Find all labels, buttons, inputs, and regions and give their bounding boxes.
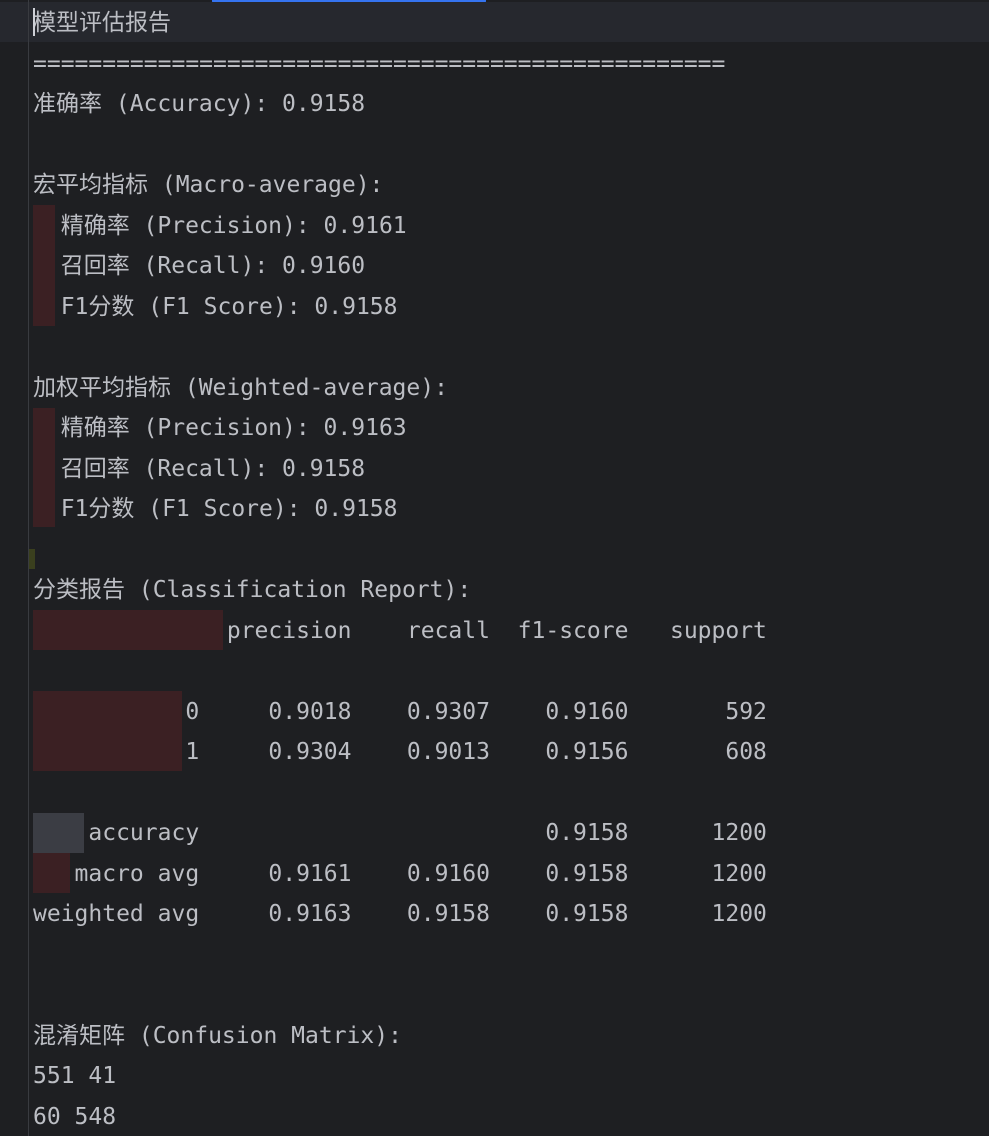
text-line: precision recall f1-score support	[33, 618, 767, 644]
text-line: macro avg 0.9161 0.9160 0.9158 1200	[33, 861, 767, 887]
text-line: weighted avg 0.9163 0.9158 0.9158 1200	[33, 901, 767, 927]
text-line: 1 0.9304 0.9013 0.9156 608	[33, 739, 767, 765]
text-line: 召回率 (Recall): 0.9158	[33, 456, 366, 482]
text-line: 60 548	[33, 1104, 117, 1130]
text-line: F1分数 (F1 Score): 0.9158	[33, 496, 398, 522]
text-cursor	[33, 8, 35, 36]
text-line: 551 41	[33, 1063, 117, 1089]
text-line: F1分数 (F1 Score): 0.9158	[33, 294, 398, 320]
text-editor[interactable]: 模型评估报告 =================================…	[0, 0, 989, 1136]
text-line: 精确率 (Precision): 0.9161	[33, 213, 407, 239]
text-line: accuracy 0.9158 1200	[33, 820, 767, 846]
text-line: 准确率 (Accuracy): 0.9158	[33, 91, 366, 117]
text-line: 模型评估报告	[33, 10, 171, 36]
text-line: 精确率 (Precision): 0.9163	[33, 415, 407, 441]
text-line: 混淆矩阵 (Confusion Matrix):	[33, 1023, 402, 1049]
text-line: ========================================…	[33, 51, 726, 77]
text-line: 召回率 (Recall): 0.9160	[33, 253, 366, 279]
text-line: 加权平均指标 (Weighted-average):	[33, 375, 448, 401]
text-line: 分类报告 (Classification Report):	[33, 577, 472, 603]
text-line: 0 0.9018 0.9307 0.9160 592	[33, 699, 767, 725]
text-line: 宏平均指标 (Macro-average):	[33, 172, 384, 198]
gutter-change-marker	[29, 549, 35, 569]
